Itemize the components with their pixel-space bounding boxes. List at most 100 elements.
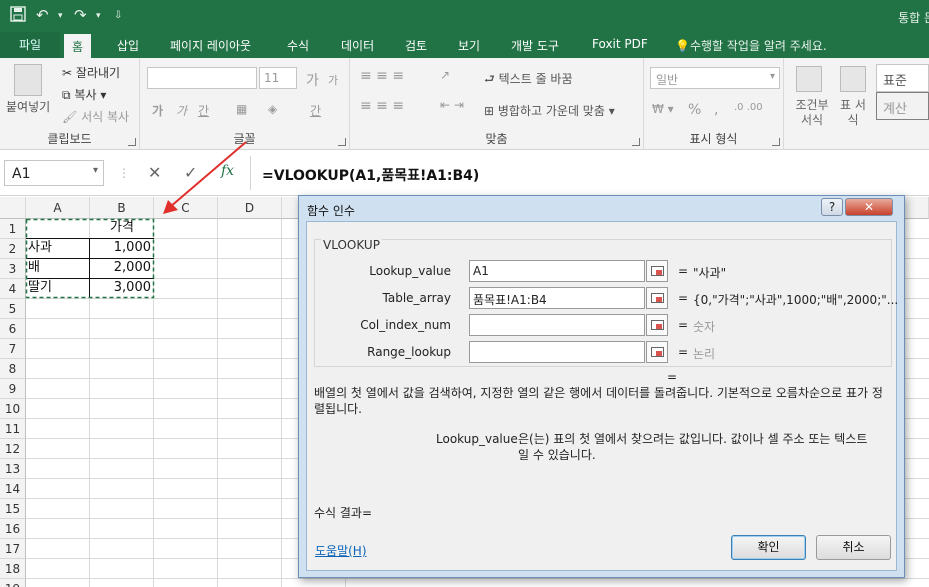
style-normal[interactable]: 표준 — [876, 64, 929, 92]
paste-icon[interactable] — [14, 64, 42, 96]
merge-center-button[interactable]: ⊞ 병합하고 가운데 맞춤 ▾ — [484, 102, 615, 119]
column-header-d[interactable]: D — [218, 197, 282, 219]
paste-button[interactable]: 붙여넣기 — [6, 98, 50, 115]
redo-icon[interactable]: ↷ — [74, 6, 87, 24]
collapse-dialog-icon[interactable] — [646, 341, 668, 363]
tab-data[interactable]: 데이터 — [341, 37, 374, 54]
clipboard-launcher-icon[interactable] — [128, 138, 136, 146]
bold-button[interactable]: 가 — [152, 102, 163, 119]
row-header-8[interactable]: 8 — [0, 359, 26, 379]
cell-b4[interactable]: 3,000 — [90, 278, 154, 298]
row-header-11[interactable]: 11 — [0, 419, 26, 439]
row-header-1[interactable]: 1 — [0, 219, 26, 239]
cell-b3[interactable]: 2,000 — [90, 258, 154, 278]
cell-b1[interactable]: 가격 — [90, 218, 154, 238]
column-header-a[interactable]: A — [26, 197, 90, 219]
conditional-format-button[interactable]: 조건부 서식 — [792, 98, 832, 128]
cell-a4[interactable]: 딸기 — [26, 278, 90, 298]
confirm-entry-button[interactable]: ✓ — [184, 163, 197, 182]
row-header-12[interactable]: 12 — [0, 439, 26, 459]
cell-a2[interactable]: 사과 — [26, 238, 90, 258]
collapse-dialog-icon[interactable] — [646, 260, 668, 282]
tab-page-layout[interactable]: 페이지 레이아웃 — [170, 37, 251, 54]
row-header-15[interactable]: 15 — [0, 499, 26, 519]
row-header-10[interactable]: 10 — [0, 399, 26, 419]
row-header-3[interactable]: 3 — [0, 259, 26, 279]
cell-a3[interactable]: 배 — [26, 258, 90, 278]
col-index-num-field[interactable] — [469, 314, 645, 336]
cancel-entry-button[interactable]: ✕ — [148, 163, 161, 182]
tab-review[interactable]: 검토 — [405, 37, 427, 54]
shrink-font-button[interactable]: 가 — [328, 72, 338, 88]
table-format-icon[interactable] — [840, 66, 866, 92]
save-icon[interactable] — [10, 6, 26, 26]
row-header-14[interactable]: 14 — [0, 479, 26, 499]
grow-font-button[interactable]: 가 — [306, 70, 319, 90]
row-header-18[interactable]: 18 — [0, 559, 26, 579]
collapse-dialog-icon[interactable] — [646, 314, 668, 336]
lookup-value-field[interactable]: A1 — [469, 260, 645, 282]
row-header-16[interactable]: 16 — [0, 519, 26, 539]
range-lookup-field[interactable] — [469, 341, 645, 363]
formula-input[interactable]: =VLOOKUP(A1,품목표!A1:B4) — [262, 165, 479, 185]
copy-button[interactable]: ⧉ 복사 ▾ — [62, 86, 106, 103]
currency-icon[interactable]: ₩ ▾ — [652, 102, 674, 116]
close-button[interactable]: ✕ — [845, 198, 893, 216]
help-link[interactable]: 도움말(H) — [315, 542, 367, 559]
name-box[interactable]: A1 ▾ — [4, 160, 104, 186]
percent-button[interactable]: % — [688, 102, 701, 118]
collapse-dialog-icon[interactable] — [646, 287, 668, 309]
redo-dropdown-icon[interactable]: ▾ — [96, 11, 101, 21]
tab-home[interactable]: 홈 — [64, 34, 92, 58]
select-all-corner[interactable] — [0, 197, 26, 219]
font-color-button[interactable]: 간 — [310, 102, 321, 119]
format-painter-button[interactable]: 🖌 서식 복사 — [62, 108, 129, 125]
number-format-box[interactable]: 일반 ▾ — [650, 67, 780, 89]
orientation-icon[interactable]: ↗ — [440, 68, 450, 82]
tab-insert[interactable]: 삽입 — [117, 37, 139, 54]
decimal-icon[interactable]: .0 .00 — [734, 102, 763, 113]
row-header-4[interactable]: 4 — [0, 279, 26, 299]
wrap-text-button[interactable]: ⮐ 텍스트 줄 바꿈 — [484, 70, 573, 91]
alignment-launcher-icon[interactable] — [632, 138, 640, 146]
number-launcher-icon[interactable] — [772, 138, 780, 146]
tab-formulas[interactable]: 수식 — [287, 37, 309, 54]
cut-button[interactable]: ✂ 잘라내기 — [62, 64, 120, 81]
align-top-icon[interactable]: ≡ ≡ ≡ — [360, 68, 404, 84]
row-header-19[interactable]: 19 — [0, 579, 26, 587]
row-header-17[interactable]: 17 — [0, 539, 26, 559]
ok-button[interactable]: 확인 — [731, 535, 806, 560]
column-header-c[interactable]: C — [154, 197, 218, 219]
font-launcher-icon[interactable] — [338, 138, 346, 146]
align-left-icon[interactable]: ≡ ≡ ≡ — [360, 98, 404, 114]
row-header-13[interactable]: 13 — [0, 459, 26, 479]
row-header-9[interactable]: 9 — [0, 379, 26, 399]
comma-button[interactable]: , — [714, 102, 718, 118]
indent-icon[interactable]: ⇤ ⇥ — [440, 98, 464, 112]
table-array-field[interactable]: 품목표!A1:B4 — [469, 287, 645, 309]
cancel-button[interactable]: 취소 — [816, 535, 891, 560]
insert-function-button[interactable]: fx — [221, 163, 234, 179]
table-format-button[interactable]: 표 서식 — [838, 98, 868, 128]
row-header-6[interactable]: 6 — [0, 319, 26, 339]
tab-developer[interactable]: 개발 도구 — [511, 37, 559, 54]
tell-me-box[interactable]: 💡수행할 작업을 알려 주세요. — [675, 37, 827, 54]
undo-dropdown-icon[interactable]: ▾ — [58, 11, 63, 21]
underline-button[interactable]: 간 — [198, 102, 209, 119]
column-header-b[interactable]: B — [90, 197, 154, 219]
cell-b2[interactable]: 1,000 — [90, 238, 154, 258]
font-name-box[interactable] — [147, 67, 257, 89]
help-button[interactable]: ? — [821, 198, 843, 216]
conditional-format-icon[interactable] — [796, 66, 822, 92]
style-calc[interactable]: 계산 — [876, 92, 929, 120]
row-header-7[interactable]: 7 — [0, 339, 26, 359]
tab-view[interactable]: 보기 — [458, 37, 480, 54]
row-header-5[interactable]: 5 — [0, 299, 26, 319]
undo-icon[interactable]: ↶ — [36, 6, 49, 24]
row-header-2[interactable]: 2 — [0, 239, 26, 259]
italic-button[interactable]: 가 — [176, 102, 187, 119]
font-size-box[interactable]: 11 — [259, 67, 297, 89]
customize-qat-icon[interactable]: ⇩ — [114, 10, 122, 21]
tab-foxit-pdf[interactable]: Foxit PDF — [592, 37, 648, 51]
tab-file[interactable]: 파일 — [0, 32, 60, 58]
